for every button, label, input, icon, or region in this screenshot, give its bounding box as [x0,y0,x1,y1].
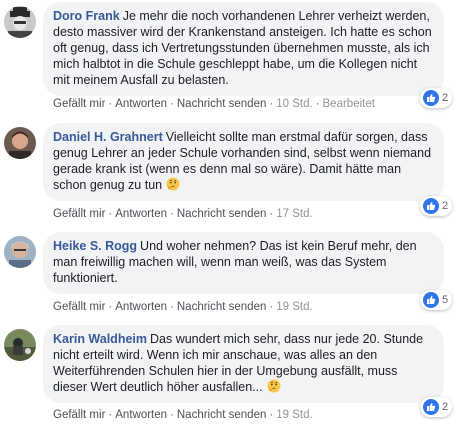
like-button[interactable]: Gefällt mir [53,98,105,110]
avatar[interactable] [4,6,36,38]
like-button[interactable]: Gefällt mir [53,409,105,421]
send-message-button[interactable]: Nachricht senden [177,301,267,313]
separator: · [170,301,174,313]
comment: Daniel H. Grahnert Vielleicht sollte man … [0,123,472,227]
separator: · [315,98,320,110]
comment-actions: Gefällt mir · Antworten · Nachricht senden · 1… [53,301,313,313]
reaction-count[interactable]: 2 [420,88,452,108]
like-icon [423,90,439,106]
avatar[interactable] [4,236,36,268]
comment-bubble: Karin Waldheim Das wundert mich sehr, das… [43,325,444,403]
thinking-face-emoji [166,177,180,191]
like-icon [423,292,439,308]
comment: Doro Frank Je mehr die noch vorhandenen L… [0,2,472,110]
thinking-face-emoji [267,379,281,393]
send-message-button[interactable]: Nachricht senden [177,208,267,220]
comment: Karin Waldheim Das wundert mich sehr, das… [0,325,472,429]
reaction-count[interactable]: 2 [420,196,452,216]
comment: Heike S. Rogg Und woher nehmen? Das ist k… [0,232,472,336]
reaction-count[interactable]: 5 [420,290,452,310]
separator: · [170,98,174,110]
separator: · [269,301,274,313]
timestamp[interactable]: 17 Std. [276,208,312,220]
separator: · [108,301,113,313]
comment-actions: Gefällt mir · Antworten · Nachricht senden · 1… [53,98,375,110]
separator: · [269,98,274,110]
comment-bubble: Daniel H. Grahnert Vielleicht sollte man … [43,123,444,201]
separator: · [170,409,174,421]
reply-button[interactable]: Antworten [115,98,167,110]
timestamp[interactable]: 19 Std. [276,301,312,313]
reply-button[interactable]: Antworten [115,208,167,220]
like-icon [423,399,439,415]
like-count: 5 [442,294,449,306]
avatar[interactable] [4,329,36,361]
reply-button[interactable]: Antworten [115,409,167,421]
send-message-button[interactable]: Nachricht senden [177,409,267,421]
comment-actions: Gefällt mir · Antworten · Nachricht senden · 1… [53,409,313,421]
avatar[interactable] [4,127,36,159]
separator: · [269,409,274,421]
comment-author[interactable]: Doro Frank [53,9,120,23]
comment-actions: Gefällt mir · Antworten · Nachricht senden · 1… [53,208,313,220]
comment-bubble: Heike S. Rogg Und woher nehmen? Das ist k… [43,232,444,294]
timestamp[interactable]: 10 Std. [276,98,312,110]
comment-bubble: Doro Frank Je mehr die noch vorhandenen L… [43,2,444,96]
separator: · [108,409,113,421]
like-count: 2 [442,401,449,413]
like-count: 2 [442,200,449,212]
separator: · [269,208,274,220]
comment-author[interactable]: Daniel H. Grahnert [53,130,163,144]
like-icon [423,198,439,214]
reply-button[interactable]: Antworten [115,301,167,313]
send-message-button[interactable]: Nachricht senden [177,98,267,110]
edited-label[interactable]: Bearbeitet [323,98,375,110]
timestamp[interactable]: 19 Std. [276,409,312,421]
separator: · [108,208,113,220]
comment-author[interactable]: Heike S. Rogg [53,239,137,253]
like-button[interactable]: Gefällt mir [53,208,105,220]
separator: · [108,98,113,110]
comment-author[interactable]: Karin Waldheim [53,332,147,346]
reaction-count[interactable]: 2 [420,397,452,417]
like-button[interactable]: Gefällt mir [53,301,105,313]
separator: · [170,208,174,220]
like-count: 2 [442,92,449,104]
